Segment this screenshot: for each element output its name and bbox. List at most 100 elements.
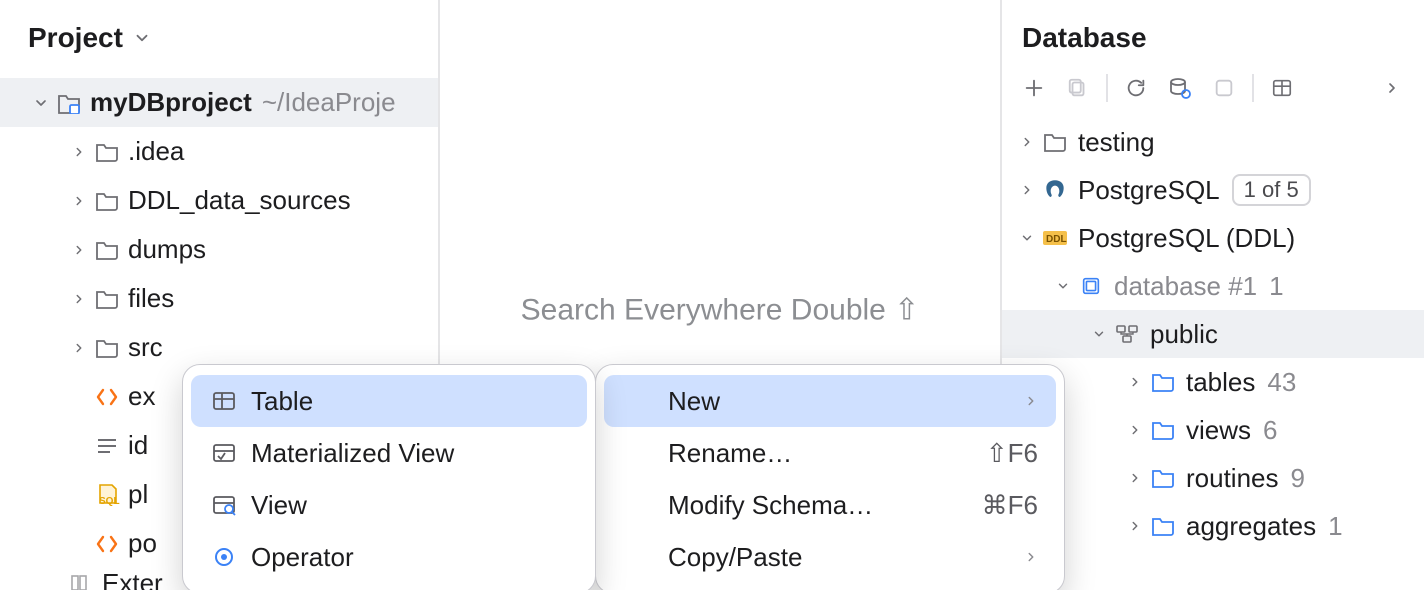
folder-icon: [92, 191, 122, 211]
folder-blue-icon: [1148, 420, 1178, 440]
tree-label: Exter: [102, 568, 163, 590]
database-panel-title[interactable]: Database: [1022, 22, 1424, 54]
chevron-right-icon[interactable]: [66, 194, 92, 208]
db-count: 6: [1263, 415, 1277, 446]
db-count: 9: [1291, 463, 1305, 494]
duplicate-icon[interactable]: [1056, 70, 1100, 106]
db-count: 43: [1267, 367, 1296, 398]
menu-label: Copy/Paste: [622, 542, 1012, 573]
db-label: routines: [1186, 463, 1279, 494]
db-count: 1: [1269, 271, 1283, 302]
menu-item-new[interactable]: New: [604, 375, 1056, 427]
sql-file-icon: SQL: [92, 483, 122, 507]
chevron-down-icon[interactable]: [1050, 279, 1076, 293]
db-label: PostgreSQL (DDL): [1078, 223, 1295, 254]
context-menu-new: Table Materialized View View Operator: [182, 364, 596, 590]
toolbar-separator: [1106, 74, 1108, 102]
project-panel-title[interactable]: Project: [28, 22, 438, 54]
db-node-postgresql[interactable]: PostgreSQL 1 of 5: [1002, 166, 1424, 214]
db-label: PostgreSQL: [1078, 175, 1220, 206]
operator-icon: [209, 545, 239, 569]
menu-item-copy-paste[interactable]: Copy/Paste: [604, 531, 1056, 583]
db-node-views[interactable]: views 6: [1002, 406, 1424, 454]
xml-file-icon: [92, 533, 122, 555]
tree-node-idea[interactable]: .idea: [0, 127, 438, 176]
menu-shortcut: ⌘F6: [982, 490, 1038, 521]
database-icon: [1076, 275, 1106, 297]
folder-blue-icon: [1148, 516, 1178, 536]
folder-icon: [92, 338, 122, 358]
xml-file-icon: [92, 386, 122, 408]
chevron-down-icon[interactable]: [1014, 231, 1040, 245]
db-node-routines[interactable]: routines 9: [1002, 454, 1424, 502]
menu-item-materialized-view[interactable]: Materialized View: [191, 427, 587, 479]
project-root-node[interactable]: myDBproject ~/IdeaProje: [0, 78, 438, 127]
db-label: aggregates: [1186, 511, 1316, 542]
menu-item-rename[interactable]: Rename… ⇧F6: [604, 427, 1056, 479]
chevron-right-icon[interactable]: [1370, 70, 1414, 106]
db-label: views: [1186, 415, 1251, 446]
db-node-aggregates[interactable]: aggregates 1: [1002, 502, 1424, 550]
menu-item-view[interactable]: View: [191, 479, 587, 531]
datasource-properties-icon[interactable]: [1158, 70, 1202, 106]
folder-icon: [1040, 132, 1070, 152]
tree-label: po: [128, 528, 157, 559]
toolbar-separator: [1252, 74, 1254, 102]
tree-node-ddl-data-sources[interactable]: DDL_data_sources: [0, 176, 438, 225]
view-icon: [209, 494, 239, 516]
chevron-right-icon[interactable]: [1122, 519, 1148, 533]
tree-label: src: [128, 332, 163, 363]
chevron-right-icon[interactable]: [1122, 471, 1148, 485]
library-icon: [66, 573, 96, 590]
tree-label: dumps: [128, 234, 206, 265]
database-tree: testing PostgreSQL 1 of 5 DDL PostgreSQL…: [1002, 118, 1424, 550]
tree-label: .idea: [128, 136, 184, 167]
materialized-view-icon: [209, 442, 239, 464]
chevron-right-icon[interactable]: [1122, 375, 1148, 389]
db-count: 1: [1328, 511, 1342, 542]
db-node-testing[interactable]: testing: [1002, 118, 1424, 166]
db-node-tables[interactable]: tables 43: [1002, 358, 1424, 406]
table-icon: [209, 390, 239, 412]
database-title-label: Database: [1022, 22, 1147, 54]
tree-node-dumps[interactable]: dumps: [0, 225, 438, 274]
postgresql-icon: [1040, 177, 1070, 203]
chevron-right-icon[interactable]: [66, 292, 92, 306]
refresh-icon[interactable]: [1114, 70, 1158, 106]
db-node-postgresql-ddl[interactable]: DDL PostgreSQL (DDL): [1002, 214, 1424, 262]
menu-item-operator[interactable]: Operator: [191, 531, 587, 583]
project-root-label: myDBproject: [90, 87, 252, 118]
db-node-database1[interactable]: database #1 1: [1002, 262, 1424, 310]
db-label: database #1: [1114, 271, 1257, 302]
project-root-path: ~/IdeaProje: [262, 87, 396, 118]
menu-item-table[interactable]: Table: [191, 375, 587, 427]
chevron-down-icon[interactable]: [1086, 327, 1112, 341]
folder-icon: [92, 142, 122, 162]
add-icon[interactable]: [1012, 70, 1056, 106]
menu-item-modify-schema[interactable]: Modify Schema… ⌘F6: [604, 479, 1056, 531]
menu-label: New: [622, 386, 1012, 417]
menu-label: Rename…: [622, 438, 974, 469]
chevron-right-icon[interactable]: [66, 145, 92, 159]
svg-text:SQL: SQL: [99, 496, 120, 507]
tree-label: files: [128, 283, 174, 314]
menu-label: Modify Schema…: [622, 490, 970, 521]
chevron-right-icon[interactable]: [66, 243, 92, 257]
menu-label: Materialized View: [251, 438, 569, 469]
tree-node-files[interactable]: files: [0, 274, 438, 323]
chevron-right-icon[interactable]: [1122, 423, 1148, 437]
table-view-icon[interactable]: [1260, 70, 1304, 106]
chevron-right-icon[interactable]: [1014, 183, 1040, 197]
chevron-right-icon: [1024, 550, 1038, 564]
chevron-right-icon[interactable]: [1014, 135, 1040, 149]
text-file-icon: [92, 436, 122, 456]
db-node-public[interactable]: public: [1002, 310, 1424, 358]
chevron-right-icon[interactable]: [66, 341, 92, 355]
menu-shortcut: ⇧F6: [986, 438, 1038, 469]
db-label: public: [1150, 319, 1218, 350]
stop-icon[interactable]: [1202, 70, 1246, 106]
tree-label: DDL_data_sources: [128, 185, 351, 216]
chevron-down-icon[interactable]: [28, 95, 54, 111]
folder-icon: [92, 240, 122, 260]
svg-text:DDL: DDL: [1046, 234, 1067, 245]
